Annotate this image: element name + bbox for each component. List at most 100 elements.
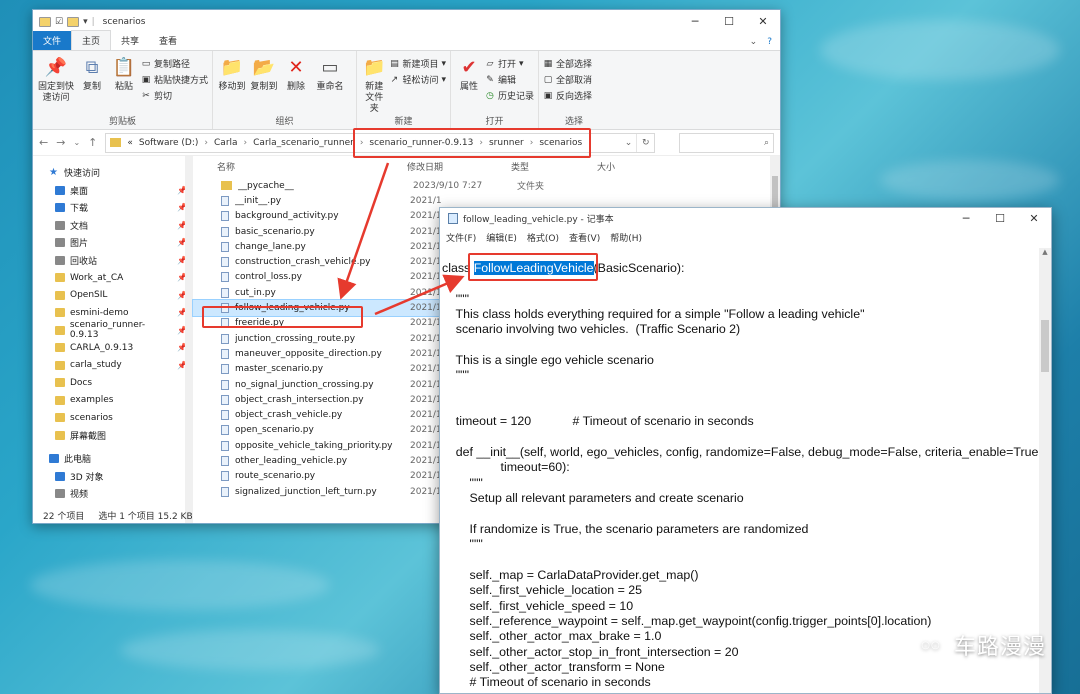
invert-selection-button[interactable]: ▣ 反向选择	[543, 89, 592, 103]
menu-file[interactable]: 文件(F)	[446, 231, 476, 244]
video-icon	[55, 489, 65, 499]
up-arrow-icon[interactable]: ↑	[88, 136, 97, 149]
open-button[interactable]: ▱ 打开 ▾	[485, 57, 534, 71]
nav-item[interactable]: scenario_runner-0.9.13 📌	[49, 320, 193, 340]
menu-help[interactable]: 帮助(H)	[610, 231, 642, 244]
breadcrumb-carla[interactable]: Carla	[214, 138, 238, 148]
quick-access-toolbar-icon[interactable]: ☑	[55, 17, 63, 27]
nav-item[interactable]: ★ 快速访问	[49, 164, 193, 182]
nav-item-label: 下载	[70, 204, 89, 215]
nav-item[interactable]: carla_study 📌	[49, 357, 193, 375]
tab-home[interactable]: 主页	[71, 30, 112, 50]
nav-item[interactable]: 文档 📌	[49, 217, 193, 235]
maximize-button[interactable]: ☐	[712, 15, 746, 28]
address-dropdown-icon[interactable]: ⌄	[625, 138, 633, 148]
paste-shortcut-label: 粘贴快捷方式	[154, 76, 209, 86]
column-type[interactable]: 类型	[511, 160, 597, 173]
breadcrumb-carla-scenario-runner[interactable]: Carla_scenario_runner	[253, 138, 354, 148]
close-button[interactable]: ✕	[1017, 212, 1051, 225]
cut-button[interactable]: ✂ 剪切	[141, 89, 208, 103]
nav-item[interactable]: 屏幕截图	[49, 427, 193, 445]
tab-share[interactable]: 共享	[111, 31, 149, 50]
menu-view[interactable]: 查看(V)	[569, 231, 600, 244]
annotation-box-address	[353, 128, 591, 158]
copy-path-button[interactable]: ▭ 复制路径	[141, 57, 208, 71]
tab-view[interactable]: 查看	[149, 31, 187, 50]
refresh-icon[interactable]: ↻	[636, 133, 654, 152]
new-item-button[interactable]: ▤ 新建项目 ▾	[389, 57, 446, 71]
search-input[interactable]: ⌕	[679, 132, 774, 153]
notepad-scrollbar[interactable]: ▲	[1039, 248, 1051, 693]
download-icon	[55, 203, 65, 213]
group-label-new: 新建	[394, 117, 413, 127]
forward-arrow-icon[interactable]: →	[56, 136, 65, 149]
nav-item[interactable]: 此电脑	[49, 450, 193, 468]
file-name: no_signal_junction_crossing.py	[235, 379, 374, 390]
recent-locations-icon[interactable]: ⌄	[73, 138, 80, 147]
nav-scrollbar[interactable]	[185, 156, 193, 523]
scroll-up-icon[interactable]: ▲	[1039, 248, 1051, 256]
folder-icon	[55, 308, 65, 318]
nav-item[interactable]: 3D 对象	[49, 468, 193, 486]
file-name: cut_in.py	[235, 287, 276, 298]
folder-icon	[55, 273, 65, 283]
nav-item[interactable]: esmini-demo 📌	[49, 304, 193, 322]
file-row[interactable]: __pycache__ 2023/9/10 7:27 文件夹	[193, 178, 780, 193]
paste-shortcut-icon: ▣	[141, 74, 151, 85]
copy-label: 复制	[82, 82, 101, 92]
folder-icon	[55, 325, 65, 335]
notepad-menubar: 文件(F) 编辑(E) 格式(O) 查看(V) 帮助(H)	[440, 229, 1051, 246]
select-none-button[interactable]: ▢ 全部取消	[543, 73, 592, 87]
dropdown-icon[interactable]: ▾	[83, 17, 88, 27]
nav-item[interactable]: 下载 📌	[49, 199, 193, 217]
menu-edit[interactable]: 编辑(E)	[486, 231, 517, 244]
nav-item[interactable]: Docs	[49, 374, 193, 392]
nav-item[interactable]: 回收站 📌	[49, 252, 193, 270]
item-count: 22 个项目	[43, 512, 85, 522]
column-name[interactable]: 名称	[217, 160, 407, 173]
select-all-button[interactable]: ▦ 全部选择	[543, 57, 592, 71]
nav-item[interactable]: CARLA_0.9.13 📌	[49, 339, 193, 357]
nav-item[interactable]: OpenSIL 📌	[49, 287, 193, 305]
nav-item[interactable]: 图片 📌	[49, 234, 193, 252]
notepad-scroll-thumb[interactable]	[1041, 320, 1049, 372]
edit-button[interactable]: ✎ 编辑	[485, 73, 534, 87]
breadcrumb-drive[interactable]: Software (D:)	[139, 138, 199, 148]
back-arrow-icon[interactable]: ←	[39, 136, 48, 149]
nav-item[interactable]: examples	[49, 392, 193, 410]
nav-item[interactable]: Work_at_CA 📌	[49, 269, 193, 287]
history-button[interactable]: ◷ 历史记录	[485, 89, 534, 103]
select-none-icon: ▢	[543, 74, 553, 85]
python-file-icon	[221, 425, 229, 436]
column-date[interactable]: 修改日期	[407, 160, 511, 173]
nav-item-label: esmini-demo	[70, 307, 129, 318]
nav-item[interactable]: 视频	[49, 485, 193, 503]
paste-shortcut-button[interactable]: ▣ 粘贴快捷方式	[141, 73, 209, 87]
nav-item-label: 此电脑	[64, 455, 92, 466]
help-icon[interactable]: ?	[767, 37, 772, 47]
nav-item[interactable]: 桌面 📌	[49, 182, 193, 200]
nav-item[interactable]: scenarios	[49, 409, 193, 427]
minimize-button[interactable]: ─	[949, 212, 983, 225]
tab-file[interactable]: 文件	[33, 31, 72, 50]
ribbon-group-clipboard: 📌 固定到快 速访问 ⧉ 复制 📋 粘贴 ▭ 复制路径 ▣ 粘贴快捷方式 ✂ 剪切 剪…	[33, 51, 213, 129]
nav-item-label: examples	[70, 395, 114, 406]
minimize-button[interactable]: ─	[678, 15, 712, 28]
collapse-ribbon-icon[interactable]: ⌄	[750, 37, 758, 47]
column-size[interactable]: 大小	[597, 160, 615, 173]
menu-format[interactable]: 格式(O)	[527, 231, 559, 244]
rename-icon: ▭	[321, 56, 339, 78]
maximize-button[interactable]: ☐	[983, 212, 1017, 225]
easy-access-button[interactable]: ↗ 轻松访问 ▾	[389, 73, 446, 87]
paste-label: 粘贴	[114, 82, 133, 92]
new-folder-icon[interactable]	[67, 16, 80, 27]
navigation-pane: ★ 快速访问 桌面 📌 下载 📌 文档 📌 图片 📌 回收站 📌 Work_at_CA 📌 OpenSIL 📌…	[33, 156, 193, 523]
notepad-text-area[interactable]: class FollowLeadingVehicle(BasicScenario…	[440, 253, 1042, 693]
ribbon-group-open: ✔ 属性 ▱ 打开 ▾ ✎ 编辑 ◷ 历史记录 打开	[451, 51, 539, 129]
breadcrumb-overflow[interactable]: «	[127, 138, 133, 148]
close-button[interactable]: ✕	[746, 15, 780, 28]
copy-to-icon: 📂	[252, 56, 276, 78]
search-icon: ⌕	[763, 137, 769, 148]
file-name: object_crash_vehicle.py	[235, 410, 343, 421]
delete-label: 删除	[286, 82, 305, 92]
